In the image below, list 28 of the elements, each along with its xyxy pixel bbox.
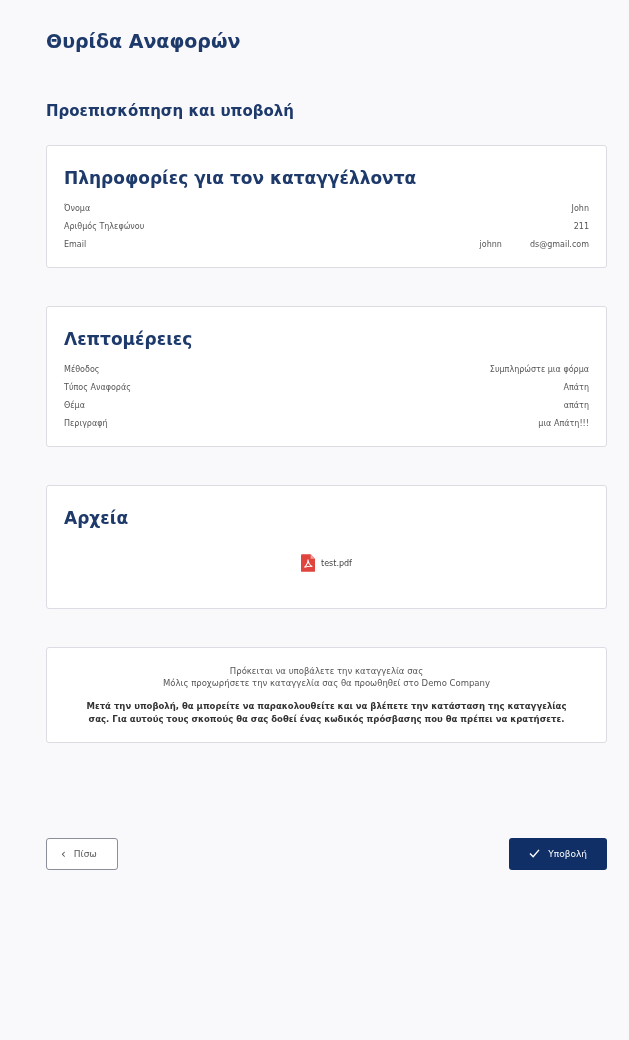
field-label: Τύπος Αναφοράς xyxy=(64,383,131,392)
notice-text: Μόλις προχωρήσετε την καταγγελία σας θα προωθηθεί στο Demo Company xyxy=(162,678,491,688)
page-title: Θυρίδα Αναφορών xyxy=(46,30,242,52)
checkmark-icon xyxy=(529,849,541,858)
back-button[interactable]: ‹ Πίσω xyxy=(46,837,118,870)
submit-button[interactable]: Υποβολή xyxy=(509,837,607,870)
field-value: μια Απάτη!!! xyxy=(538,419,589,428)
card-title: Λεπτομέρειες xyxy=(64,329,194,349)
field-label: Περιγραφή xyxy=(64,419,108,428)
notice-text: Πρόκειται να υποβάλετε την καταγγελία σας xyxy=(228,666,425,676)
field-value: John xyxy=(571,204,589,213)
pdf-file-icon xyxy=(301,554,316,572)
notice-text: Μετά την υποβολή, θα μπορείτε να παρακολουθείτε και να βλέπετε την κατάσταση της καταγγελίας σας. Για αυτούς τους σκοπούς θα σας δοθεί ένας κωδικός πρόσβασης που θα πρέπει να κρατήσετε. xyxy=(85,700,568,726)
field-value: johnn xyxy=(479,240,502,249)
field-label: Email xyxy=(64,240,87,249)
field-value: Απάτη xyxy=(563,383,589,392)
card-title: Πληροφορίες για τον καταγγέλλοντα xyxy=(64,168,418,188)
field-value: ds@gmail.com xyxy=(529,240,589,249)
section-heading: Προεπισκόπηση και υποβολή xyxy=(46,102,295,120)
field-value: απάτη xyxy=(563,401,589,410)
field-value: 211 xyxy=(573,222,589,231)
file-name[interactable]: test.pdf xyxy=(321,558,352,568)
field-label: Θέμα xyxy=(64,401,85,410)
field-label: Αριθμός Τηλεφώνου xyxy=(64,222,145,231)
card-title: Αρχεία xyxy=(64,508,130,528)
field-label: Μέθοδος xyxy=(64,365,100,374)
field-value: Συμπληρώστε μια φόρμα xyxy=(489,365,589,374)
field-label: Όνομα xyxy=(64,204,91,213)
